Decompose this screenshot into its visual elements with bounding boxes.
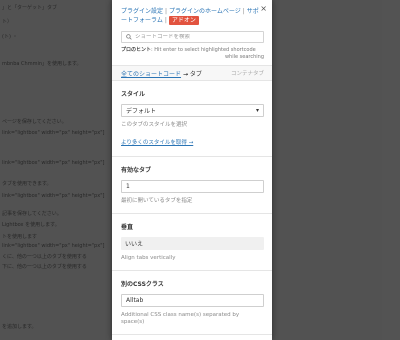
style-description: このタブのスタイルを選択 [121, 122, 188, 128]
vertical-label: 垂直 [121, 224, 134, 231]
active-tab-description: 最初に開いているタブを指定 [121, 198, 193, 204]
vertical-section: 垂直 いいえ Align tabs vertically [112, 214, 272, 271]
close-icon[interactable]: × [260, 5, 267, 13]
active-tab-section: 有効なタブ 1 最初に開いているタブを指定 [112, 157, 272, 214]
header-links: プラグイン設定 | プラグインのホームページ | サポートフォーラム | アドオン [112, 0, 272, 25]
pro-tip-label: プロのヒント [121, 47, 152, 53]
style-section: スタイル デフォルト ▾ このタブのスタイルを選択 より多くのスタイルを取得 → [112, 81, 272, 157]
search-icon [126, 34, 132, 40]
active-tab-input[interactable]: 1 [121, 180, 264, 193]
separator: | [164, 17, 167, 24]
search-box[interactable] [121, 31, 264, 43]
breadcrumb: 全てのショートコード → タブ コンテナタブ [112, 65, 272, 81]
css-class-label: 別のCSSクラス [121, 281, 164, 288]
pro-tip-text: : Hit enter to select highlighted shortc… [151, 47, 256, 53]
breadcrumb-all-shortcodes[interactable]: 全てのショートコード [121, 71, 181, 78]
plugin-homepage-link[interactable]: プラグインのホームページ [169, 8, 241, 15]
active-tab-label: 有効なタブ [121, 167, 152, 174]
pro-tip: プロのヒント: Hit enter to select highlighted … [121, 47, 264, 61]
css-class-section: 別のCSSクラス Alltab Additional CSS class nam… [112, 271, 272, 335]
more-styles-link[interactable]: より多くのスタイルを取得 → [121, 140, 193, 146]
vertical-description: Align tabs vertically [121, 255, 176, 261]
pro-tip-text-2: while searching [224, 54, 264, 60]
style-label: スタイル [121, 91, 146, 98]
dropdown-arrow-icon: ▾ [255, 107, 259, 114]
css-class-input[interactable]: Alltab [121, 294, 264, 307]
breadcrumb-type: コンテナタブ [230, 71, 264, 77]
breadcrumb-current: タブ [189, 70, 202, 78]
style-select-value: デフォルト [126, 108, 157, 115]
plugin-settings-link[interactable]: プラグイン設定 [121, 8, 163, 15]
style-select[interactable]: デフォルト ▾ [121, 104, 264, 117]
separator: | [165, 8, 168, 15]
search-input[interactable] [135, 34, 255, 40]
shortcode-panel: × プラグイン設定|プラグインのホームページ|サポートフォーラム|アドオン プロ… [112, 0, 272, 340]
separator: | [242, 8, 245, 15]
css-class-description: Additional CSS class name(s) separated b… [121, 312, 240, 325]
addons-button[interactable]: アドオン [168, 16, 199, 25]
breadcrumb-arrow: → [182, 70, 188, 78]
vertical-toggle[interactable]: いいえ [121, 237, 264, 250]
